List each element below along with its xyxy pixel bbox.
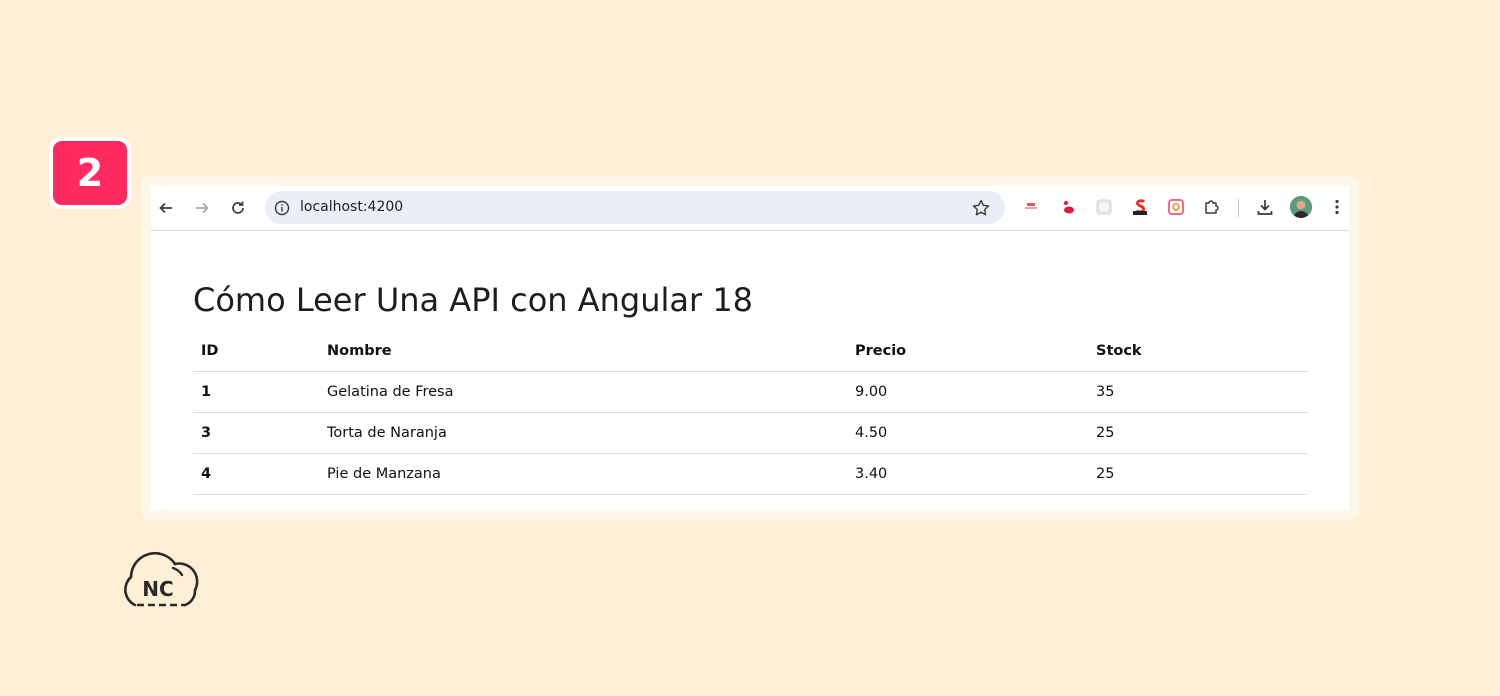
cell-precio: 4.50 bbox=[847, 412, 1088, 454]
kebab-menu-icon[interactable] bbox=[1327, 197, 1347, 217]
puzzle-icon[interactable] bbox=[1202, 197, 1222, 217]
extension-3-icon[interactable] bbox=[1094, 197, 1114, 217]
cell-stock: 35 bbox=[1088, 371, 1307, 413]
browser-toolbar: localhost:4200 bbox=[151, 186, 1349, 231]
nc-cloud-logo: NC bbox=[124, 551, 199, 607]
table-row: 3 Torta de Naranja 4.50 25 bbox=[193, 412, 1307, 454]
cell-stock: 25 bbox=[1088, 412, 1307, 454]
header-id: ID bbox=[193, 331, 319, 372]
star-icon[interactable] bbox=[971, 198, 991, 218]
extension-2-icon[interactable] bbox=[1058, 197, 1078, 217]
step-badge: 2 bbox=[49, 137, 131, 209]
header-precio: Precio bbox=[847, 331, 1088, 372]
forward-button[interactable] bbox=[188, 194, 216, 222]
cell-id: 1 bbox=[193, 371, 319, 413]
cell-nombre: Gelatina de Fresa bbox=[319, 371, 847, 413]
table-row: 1 Gelatina de Fresa 9.00 35 bbox=[193, 371, 1307, 413]
cell-nombre: Torta de Naranja bbox=[319, 412, 847, 454]
reload-button[interactable] bbox=[224, 194, 252, 222]
extension-5-icon[interactable] bbox=[1166, 197, 1186, 217]
browser-window: localhost:4200 Cómo Leer Una API con Ang… bbox=[151, 186, 1349, 510]
info-icon[interactable] bbox=[273, 199, 291, 217]
extension-1-icon[interactable] bbox=[1021, 197, 1041, 217]
cell-stock: 25 bbox=[1088, 453, 1307, 495]
back-button[interactable] bbox=[152, 194, 180, 222]
download-icon[interactable] bbox=[1255, 197, 1275, 217]
page-title: Cómo Leer Una API con Angular 18 bbox=[193, 281, 754, 319]
profile-avatar[interactable] bbox=[1290, 196, 1312, 218]
table-row: 4 Pie de Manzana 3.40 25 bbox=[193, 453, 1307, 495]
logo-text: NC bbox=[142, 577, 173, 601]
table-header-row: ID Nombre Precio Stock bbox=[193, 331, 1307, 372]
reload-icon bbox=[232, 201, 244, 214]
header-nombre: Nombre bbox=[319, 331, 847, 372]
header-stock: Stock bbox=[1088, 331, 1307, 372]
step-number: 2 bbox=[53, 141, 127, 205]
arrow-left-icon bbox=[159, 202, 172, 214]
avatar-person-icon bbox=[1290, 196, 1312, 218]
address-url[interactable]: localhost:4200 bbox=[300, 199, 403, 215]
cell-precio: 3.40 bbox=[847, 453, 1088, 495]
products-table: ID Nombre Precio Stock 1 Gelatina de Fre… bbox=[193, 331, 1307, 495]
cell-id: 4 bbox=[193, 453, 319, 495]
browser-frame: localhost:4200 Cómo Leer Una API con Ang… bbox=[141, 176, 1359, 520]
cell-id: 3 bbox=[193, 412, 319, 454]
arrow-right-icon bbox=[196, 202, 209, 214]
seo-extension-icon[interactable] bbox=[1130, 197, 1150, 217]
cell-nombre: Pie de Manzana bbox=[319, 453, 847, 495]
toolbar-separator bbox=[1238, 199, 1239, 217]
cell-precio: 9.00 bbox=[847, 371, 1088, 413]
address-bar[interactable]: localhost:4200 bbox=[265, 191, 1005, 224]
